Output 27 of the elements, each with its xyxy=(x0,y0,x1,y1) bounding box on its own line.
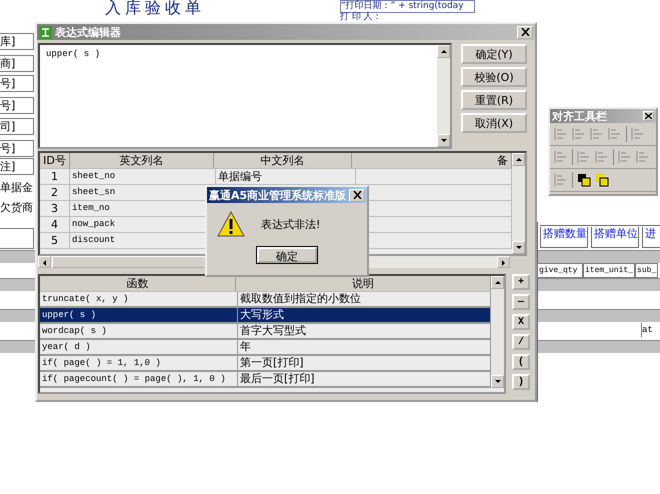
column-header-field: 搭赠数量 xyxy=(540,227,588,248)
report-field: 司] xyxy=(0,118,34,135)
table-cell: 4 xyxy=(40,217,70,232)
report-field: 欠货商 xyxy=(0,200,33,215)
report-field: 号] xyxy=(0,75,34,92)
report-field: 库] xyxy=(0,33,34,50)
report-field: item_unit_ xyxy=(583,263,636,278)
window-title: 赢通A5商业管理系统标准版 xyxy=(209,188,346,202)
report-field: 商] xyxy=(0,55,34,72)
table-cell: 单据编号 xyxy=(216,169,356,184)
column-header-field: 进 xyxy=(642,227,660,248)
report-field: 号] xyxy=(0,97,34,114)
report-field: 注] xyxy=(0,158,34,175)
report-field: give_qty xyxy=(537,263,583,278)
table-cell: 1 xyxy=(40,169,70,184)
report-field: 单据金 xyxy=(0,180,33,195)
table-cell: 2 xyxy=(40,185,70,200)
window-title: 表达式编辑器 xyxy=(55,24,122,40)
table-cell: sheet_no xyxy=(70,169,216,184)
toolbar-title: 对齐工具栏 xyxy=(552,108,608,124)
report-field: sub_ xyxy=(635,263,658,278)
report-field: “打印日期：” + string(today xyxy=(340,0,475,13)
report-field: 号] xyxy=(0,140,34,157)
table-cell: 3 xyxy=(40,201,70,216)
table-cell: 5 xyxy=(40,233,70,248)
message-text: 表达式非法! xyxy=(261,216,320,232)
column-header-field: 搭赠单位 xyxy=(591,227,639,248)
